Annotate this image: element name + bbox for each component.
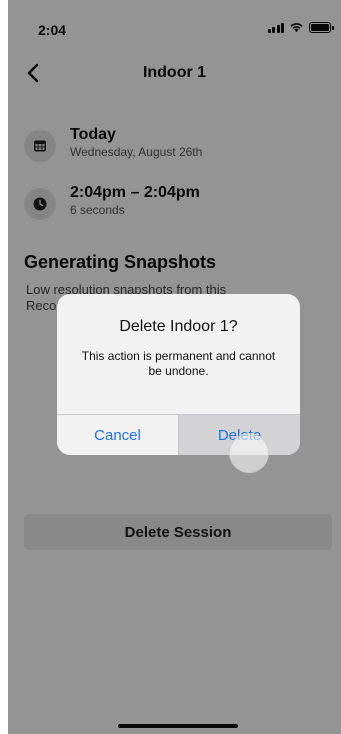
cancel-button[interactable]: Cancel xyxy=(57,415,178,455)
alert-message: This action is permanent and cannot be u… xyxy=(81,349,276,378)
delete-confirmation-alert: Delete Indoor 1? This action is permanen… xyxy=(57,294,300,455)
alert-title: Delete Indoor 1? xyxy=(119,318,238,335)
app-screen: 2:04 Indoor 1 Today Wednesday, August 26… xyxy=(8,0,341,734)
touch-indicator xyxy=(229,433,269,473)
